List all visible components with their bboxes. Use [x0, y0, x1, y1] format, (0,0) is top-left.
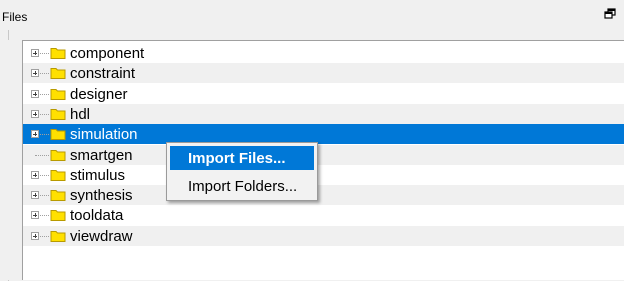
tree-item-label: smartgen — [70, 147, 133, 164]
folder-icon — [50, 87, 66, 101]
expand-plus-icon[interactable] — [31, 211, 39, 219]
folder-icon — [50, 127, 66, 141]
tree-connector — [40, 134, 49, 135]
tree-item-constraint[interactable]: constraint — [23, 63, 624, 83]
panel-title: Files — [2, 10, 28, 24]
tree-item-label: hdl — [70, 106, 91, 123]
menu-item-label: Import Files... — [188, 150, 286, 167]
expand-plus-icon[interactable] — [31, 191, 39, 199]
expand-plus-icon[interactable] — [31, 90, 39, 98]
tree-item-component[interactable]: component — [23, 43, 624, 63]
tree-connector — [35, 155, 49, 156]
folder-icon — [50, 107, 66, 121]
expand-plus-icon[interactable] — [31, 49, 39, 57]
folder-icon — [50, 66, 66, 80]
tree-connector — [40, 236, 49, 237]
tree-item-label: stimulus — [70, 167, 126, 184]
expand-plus-icon[interactable] — [31, 110, 39, 118]
expand-plus-icon[interactable] — [31, 130, 39, 138]
folder-icon — [50, 188, 66, 202]
tree-item-stimulus[interactable]: stimulus — [23, 165, 624, 185]
tree-connector — [40, 114, 49, 115]
tree-item-designer[interactable]: designer — [23, 84, 624, 104]
folder-icon — [50, 46, 66, 60]
tree-gutter — [8, 40, 22, 280]
tree-item-label: simulation — [70, 126, 138, 143]
tree-item-label: component — [70, 45, 145, 62]
folder-icon — [50, 168, 66, 182]
tree-item-synthesis[interactable]: synthesis — [23, 185, 624, 205]
expand-plus-icon[interactable] — [31, 232, 39, 240]
tree-item-label: synthesis — [70, 187, 133, 204]
tree-connector — [40, 195, 49, 196]
folder-icon — [50, 148, 66, 162]
tree-item-tooldata[interactable]: tooldata — [23, 205, 624, 225]
tree-item-label: constraint — [70, 65, 136, 82]
tree-connector — [40, 215, 49, 216]
tree-connector — [40, 73, 49, 74]
float-window-icon[interactable] — [603, 7, 617, 21]
tree-item-hdl[interactable]: hdl — [23, 104, 624, 124]
expand-plus-icon[interactable] — [31, 69, 39, 77]
expand-plus-icon[interactable] — [31, 171, 39, 179]
menu-item-import-folders[interactable]: Import Folders... — [170, 174, 314, 198]
tree-item-viewdraw[interactable]: viewdraw — [23, 226, 624, 246]
tree-item-label: viewdraw — [70, 228, 133, 245]
tree-item-smartgen[interactable]: smartgen — [23, 145, 624, 165]
tree-connector — [40, 53, 49, 54]
menu-item-label: Import Folders... — [188, 178, 298, 195]
tree-item-label: tooldata — [70, 207, 124, 224]
context-menu: Import Files... Import Folders... — [166, 142, 318, 201]
tree-item-simulation[interactable]: simulation — [23, 124, 624, 144]
folder-icon — [50, 208, 66, 222]
tree-connector — [40, 175, 49, 176]
tree-connector — [40, 94, 49, 95]
tree-item-label: designer — [70, 86, 128, 103]
folder-icon — [50, 229, 66, 243]
menu-item-import-files[interactable]: Import Files... — [170, 146, 314, 170]
files-panel-header: Files — [0, 0, 624, 30]
